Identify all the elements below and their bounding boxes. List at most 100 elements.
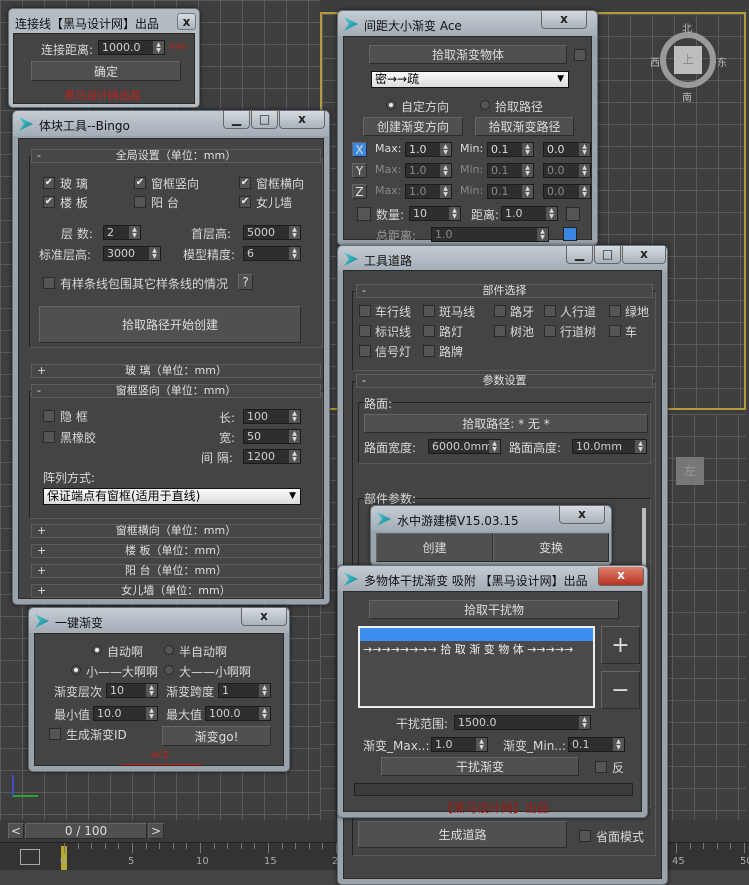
rollout-parameters[interactable]: - 参数设置 — [356, 374, 653, 388]
gradient-min-spinner[interactable]: 0.1 ▲ ▼ — [568, 737, 625, 752]
list-item[interactable]: →→→→→→→→ 拾 取 渐 变 物 体 →→→→→ — [360, 641, 593, 656]
total-distance-spinner[interactable]: 1.0 ▲ ▼ — [431, 227, 549, 242]
part-checkbox[interactable] — [423, 345, 435, 357]
spinner-arrows-icon[interactable]: ▲ ▼ — [522, 185, 533, 198]
reverse-checkbox[interactable] — [595, 761, 607, 773]
time-next-button[interactable]: > — [148, 823, 164, 839]
part-checkbox[interactable] — [609, 325, 621, 337]
checkbox-0[interactable]: ✔ — [43, 177, 55, 189]
close-button[interactable]: x — [622, 246, 666, 264]
max-spinner[interactable]: 100.0 ▲ ▼ — [205, 706, 271, 721]
pick-gradient-object-button[interactable]: 拾取渐变物体 — [369, 45, 567, 64]
semi-auto-radio[interactable] — [164, 645, 174, 655]
pick-gradient-path-button[interactable]: 拾取渐变路径 — [475, 117, 574, 136]
first-floor-height-spinner[interactable]: 5000 ▲ ▼ — [243, 225, 301, 240]
viewcube-left[interactable]: 左 — [676, 457, 704, 485]
width-spinner[interactable]: 50 ▲ ▼ — [243, 429, 301, 444]
spinner-arrows-icon[interactable]: ▲ ▼ — [440, 185, 451, 198]
axis-z-button[interactable]: Z — [352, 184, 367, 199]
axis-x-button[interactable]: X — [352, 142, 367, 157]
min-spinner[interactable]: 0.1 ▲ ▼ — [487, 184, 534, 199]
close-button[interactable]: x — [241, 608, 287, 626]
object-list[interactable]: →→→→→→→→ 拾 取 渐 变 物 体 →→→→→ — [358, 626, 595, 708]
checkbox-4[interactable] — [134, 196, 146, 208]
track-bar-toggle-icon[interactable] — [20, 849, 40, 865]
min-spinner[interactable]: 10.0 ▲ ▼ — [93, 706, 158, 721]
part-checkbox[interactable] — [609, 305, 621, 317]
rollout-part-selection[interactable]: - 部件选择 — [356, 284, 653, 298]
levels-spinner[interactable]: 10 ▲ ▼ — [106, 683, 158, 698]
hidden-frame-checkbox[interactable] — [43, 410, 55, 422]
part-checkbox[interactable] — [494, 305, 506, 317]
count-checkbox[interactable] — [357, 207, 371, 221]
gradient-max-spinner[interactable]: 1.0 ▲ ▼ — [431, 737, 488, 752]
pick-toggle-checkbox[interactable] — [574, 49, 586, 61]
create-direction-button[interactable]: 创建渐变方向 — [363, 117, 463, 136]
spinner-arrows-icon[interactable]: ▲ ▼ — [153, 41, 164, 54]
viewcube[interactable]: 上 — [674, 46, 702, 74]
nested-spline-checkbox[interactable] — [43, 277, 55, 289]
array-mode-dropdown[interactable]: 保证端点有窗框(适用于直线) ▼ — [43, 488, 301, 505]
floors-spinner[interactable]: 2 ▲ ▼ — [103, 225, 141, 240]
ok-button[interactable]: 确定 — [31, 61, 181, 81]
max-spinner[interactable]: 1.0 ▲ ▼ — [405, 184, 452, 199]
gap-spinner[interactable]: 1200 ▲ ▼ — [243, 449, 301, 464]
part-checkbox[interactable] — [494, 325, 506, 337]
minimize-button[interactable]: ▁ — [223, 111, 250, 129]
spinner-arrows-icon[interactable]: ▲ ▼ — [440, 143, 451, 156]
compass-ring[interactable]: 上 — [660, 32, 716, 88]
time-prev-button[interactable]: < — [8, 823, 24, 839]
range-spinner[interactable]: 1500.0 ▲ ▼ — [454, 715, 591, 730]
max-spinner[interactable]: 1.0 ▲ ▼ — [405, 142, 452, 157]
spinner-arrows-icon[interactable]: ▲ ▼ — [579, 143, 590, 156]
span-spinner[interactable]: 1 ▲ ▼ — [218, 683, 271, 698]
distance-checkbox[interactable] — [566, 207, 580, 221]
close-button[interactable]: x — [598, 567, 644, 586]
part-checkbox[interactable] — [544, 325, 556, 337]
time-slider-thumb[interactable]: 0 / 100 — [25, 823, 147, 839]
rollout-global-settings[interactable]: - 全局设置（单位：mm） — [31, 149, 321, 163]
offset-spinner[interactable]: 0.0 ▲ ▼ — [543, 142, 591, 157]
part-checkbox[interactable] — [544, 305, 556, 317]
distance-spinner[interactable]: 1000.0 ▲ ▼ — [98, 40, 165, 55]
min-spinner[interactable]: 0.1 ▲ ▼ — [487, 163, 534, 178]
pick-path-radio[interactable] — [480, 100, 490, 110]
distance-spinner[interactable]: 1.0 ▲ ▼ — [501, 206, 558, 221]
road-height-spinner[interactable]: 10.0mm ▲ ▼ — [572, 439, 647, 454]
part-checkbox[interactable] — [423, 305, 435, 317]
low-poly-checkbox[interactable] — [579, 830, 591, 842]
rollout-1[interactable]: + 楼 板（单位：mm） — [31, 544, 321, 558]
part-checkbox[interactable] — [359, 305, 371, 317]
small-to-large-radio[interactable] — [71, 665, 81, 675]
black-rubber-checkbox[interactable] — [43, 431, 55, 443]
create-button[interactable]: 创建 — [376, 533, 493, 562]
spinner-arrows-icon[interactable]: ▲ ▼ — [440, 164, 451, 177]
rollout-vertical-frame[interactable]: - 窗框竖向（单位：mm） — [31, 384, 321, 398]
part-checkbox[interactable] — [359, 345, 371, 357]
model-precision-spinner[interactable]: 6 ▲ ▼ — [243, 246, 301, 261]
custom-direction-radio[interactable] — [386, 100, 396, 110]
help-button[interactable]: ? — [238, 274, 253, 290]
generate-road-button[interactable]: 生成道路 — [358, 821, 567, 848]
max-spinner[interactable]: 1.0 ▲ ▼ — [405, 163, 452, 178]
add-button[interactable]: + — [601, 626, 640, 664]
gradient-go-button[interactable]: 渐变go! — [162, 726, 271, 746]
min-spinner[interactable]: 0.1 ▲ ▼ — [487, 142, 534, 157]
pick-path-create-button[interactable]: 拾取路径开始创建 — [39, 306, 301, 343]
checkbox-5[interactable]: ✔ — [239, 196, 251, 208]
remove-button[interactable]: − — [601, 671, 640, 709]
transform-button[interactable]: 变换 — [493, 533, 609, 562]
spinner-arrows-icon[interactable]: ▲ ▼ — [579, 185, 590, 198]
maximize-button[interactable]: □ — [594, 246, 621, 264]
part-checkbox[interactable] — [423, 325, 435, 337]
close-button[interactable]: x — [279, 111, 325, 129]
close-button[interactable]: x — [541, 11, 587, 29]
rollout-2[interactable]: + 阳 台（单位：mm） — [31, 564, 321, 578]
length-spinner[interactable]: 100 ▲ ▼ — [243, 409, 301, 424]
pick-interference-button[interactable]: 拾取干扰物 — [369, 600, 619, 619]
spinner-arrows-icon[interactable]: ▲ ▼ — [522, 143, 533, 156]
checkbox-3[interactable]: ✔ — [43, 196, 55, 208]
checkbox-2[interactable]: ✔ — [239, 177, 251, 189]
road-width-spinner[interactable]: 6000.0mm ▲ ▼ — [428, 439, 501, 454]
spinner-arrows-icon[interactable]: ▲ ▼ — [579, 164, 590, 177]
